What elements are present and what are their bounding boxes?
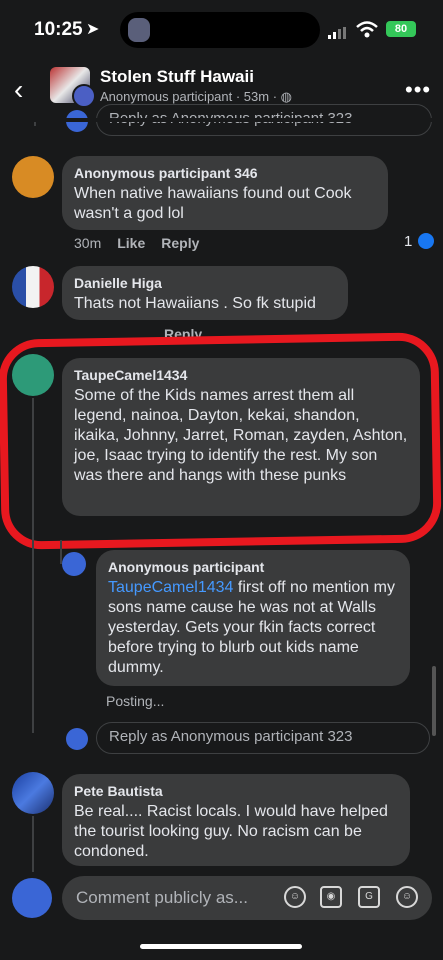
group-name[interactable]: Stolen Stuff Hawaii <box>100 67 254 87</box>
avatar[interactable] <box>12 266 54 308</box>
posting-status: Posting... <box>106 693 165 709</box>
comment-author[interactable]: TaupeCamel1434 <box>74 367 408 383</box>
comment-text: Be real.... Racist locals. I would have … <box>74 803 388 860</box>
avatar-sticker-icon[interactable]: ☺ <box>284 886 306 908</box>
scrollbar[interactable] <box>432 666 436 736</box>
comment-author[interactable]: Anonymous participant <box>108 559 398 575</box>
battery-indicator: 80 <box>386 21 416 37</box>
camera-icon[interactable]: ◉ <box>320 886 342 908</box>
mention-link[interactable]: TaupeCamel1434 <box>108 579 233 596</box>
avatar[interactable] <box>12 156 54 198</box>
comment-bubble: Pete Bautista Be real.... Racist locals.… <box>62 774 410 866</box>
reaction-count: 1 <box>404 233 413 250</box>
location-arrow-icon: ➤ <box>86 21 100 38</box>
comment-bubble: TaupeCamel1434 Some of the Kids names ar… <box>62 358 420 516</box>
composer-avatar <box>12 878 52 918</box>
more-icon[interactable]: ••• <box>405 77 431 103</box>
reply-button[interactable]: Reply <box>161 235 199 251</box>
anonymous-badge-icon <box>72 84 96 108</box>
comment-text: When native hawaiians found out Cook was… <box>74 185 352 222</box>
post-subtitle: Anonymous participant · 53m · ◍ <box>100 89 292 104</box>
comment-author[interactable]: Danielle Higa <box>74 275 336 291</box>
comment-text: Thats not Hawaiians . So fk stupid <box>74 295 316 312</box>
reply-bubble: Anonymous participant TaupeCamel1434 fir… <box>96 550 410 686</box>
comment-bubble: Danielle Higa Thats not Hawaiians . So f… <box>62 266 348 320</box>
header-divider <box>0 118 443 122</box>
live-activity-icon <box>128 18 150 42</box>
home-indicator <box>140 944 302 949</box>
thread-line <box>32 816 34 876</box>
comment-author[interactable]: Pete Bautista <box>74 783 398 799</box>
wifi-icon <box>356 21 378 44</box>
comment-time: 30m <box>74 235 102 251</box>
status-time: 10:25 <box>34 19 83 40</box>
thread-line <box>32 398 34 733</box>
globe-icon: ◍ <box>280 89 292 104</box>
comment-bubble: Anonymous participant 346 When native ha… <box>62 156 388 230</box>
avatar[interactable] <box>12 354 54 396</box>
reply-input-bottom[interactable]: Reply as Anonymous participant 323 <box>96 722 430 754</box>
like-reaction-icon <box>418 233 434 249</box>
comment-placeholder: Comment publicly as... <box>76 888 248 907</box>
comment-text: Some of the Kids names arrest them all l… <box>74 387 408 484</box>
comment-text: TaupeCamel1434 first off no mention my s… <box>108 579 395 676</box>
dynamic-island <box>120 12 320 48</box>
comment-author[interactable]: Anonymous participant 346 <box>74 165 376 181</box>
anonymous-avatar-icon[interactable] <box>62 552 86 576</box>
like-button[interactable]: Like <box>117 235 145 251</box>
anonymous-avatar-icon <box>66 728 88 750</box>
back-icon[interactable]: ‹ <box>14 74 23 106</box>
avatar[interactable] <box>12 772 54 814</box>
emoji-icon[interactable]: ☺ <box>396 886 418 908</box>
gif-icon[interactable]: G <box>358 886 380 908</box>
signal-icon <box>328 26 350 44</box>
comment-actions: 30m Like Reply <box>74 235 215 251</box>
